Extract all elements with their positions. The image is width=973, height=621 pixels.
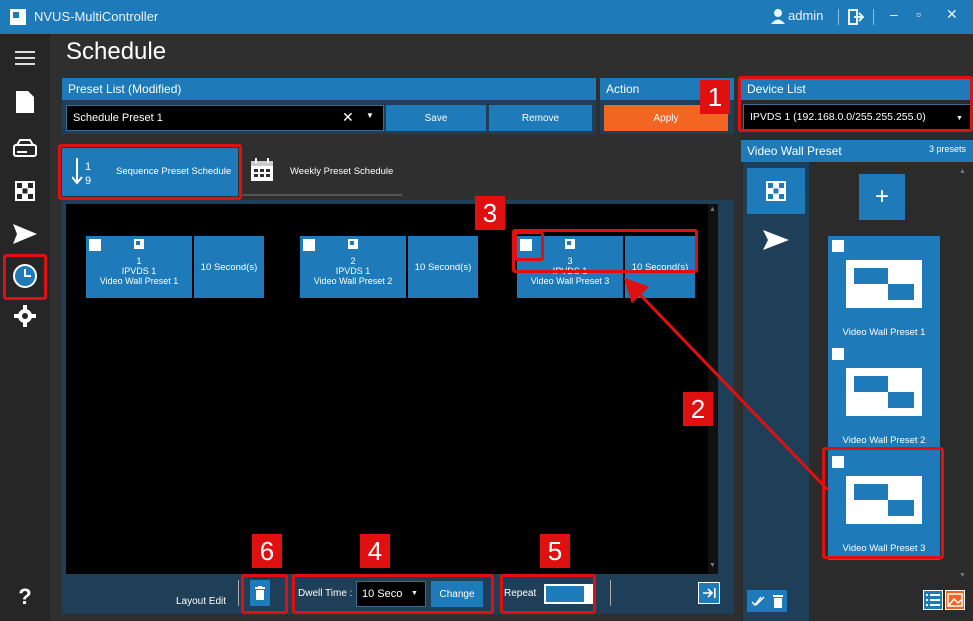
annotation-badge: 4 [360,534,390,568]
annotation-badge: 5 [540,534,570,568]
annotation-badge: 1 [700,80,730,114]
drag-arrow [623,277,830,492]
annotation-badge: 2 [683,392,713,426]
annotation-badge: 3 [475,196,505,230]
app-window: NVUS-MultiController admin – ▫ ✕ ? Sched… [0,0,973,621]
annotation-badge: 6 [252,534,282,568]
